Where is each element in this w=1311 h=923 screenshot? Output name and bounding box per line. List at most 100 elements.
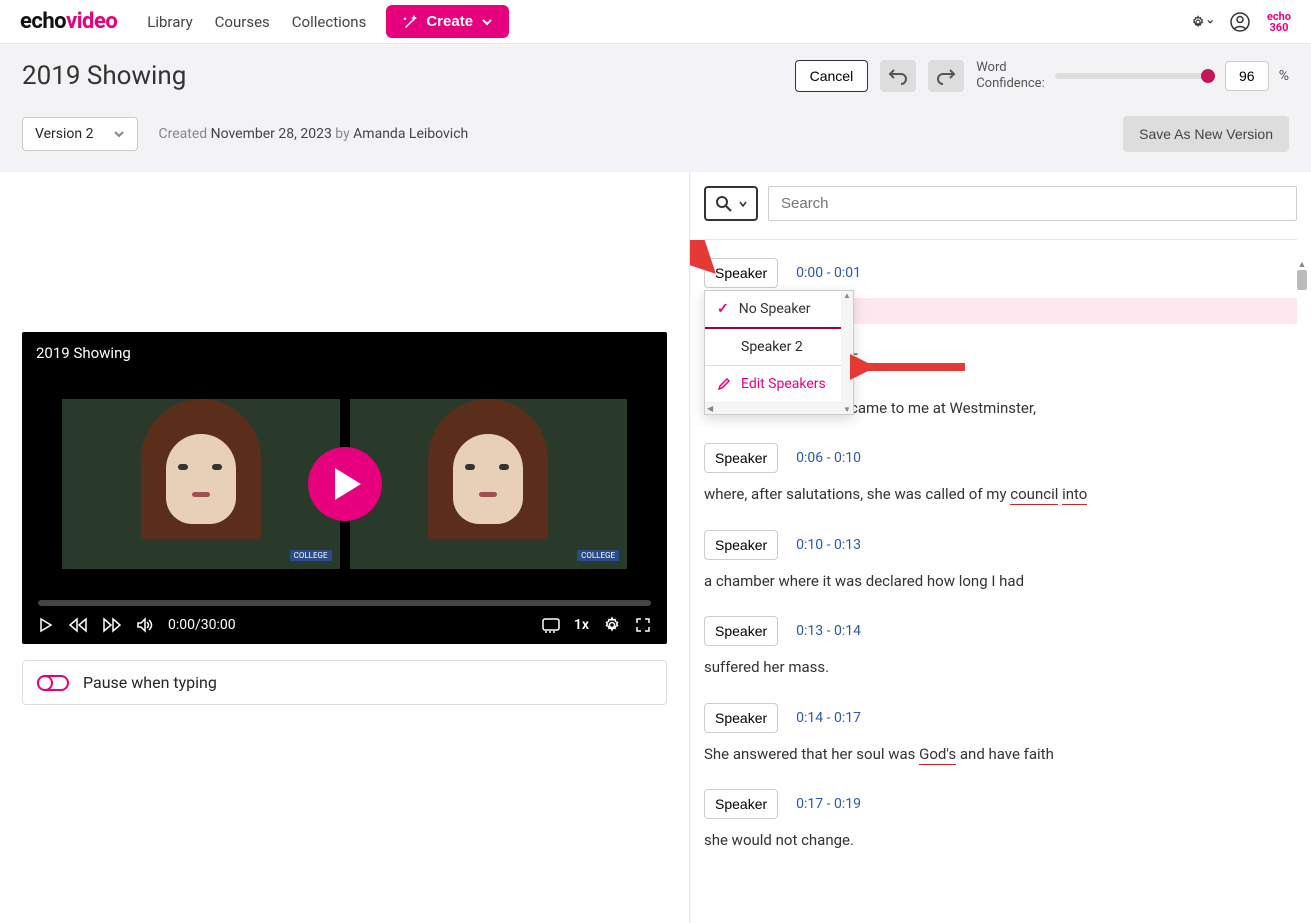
logo-echo-text: echo	[20, 9, 66, 34]
nav-link-collections[interactable]: Collections	[292, 13, 367, 31]
save-version-button[interactable]: Save As New Version	[1123, 116, 1289, 152]
segment-time: 0:06 - 0:10	[796, 450, 861, 466]
confidence-group: Word Confidence: %	[976, 60, 1289, 91]
speaker-button[interactable]: Speaker	[704, 789, 778, 819]
segment-text[interactable]: a chamber where it was declared how long…	[704, 570, 1297, 593]
scroll-up-arrow[interactable]: ▲	[1295, 258, 1309, 270]
nav-link-library[interactable]: Library	[147, 13, 192, 31]
left-pane: 2019 Showing COLLEGE COLLEGE	[0, 172, 690, 923]
forward-icon[interactable]	[102, 617, 122, 633]
pencil-icon	[717, 377, 731, 391]
segment-time: 0:14 - 0:17	[796, 710, 861, 726]
speaker-dropdown: ✓ No Speaker Speaker 2 Edit Speakers	[704, 290, 854, 415]
play-button[interactable]	[308, 447, 382, 521]
dropdown-item-speaker2[interactable]: Speaker 2	[705, 329, 853, 365]
profile-icon[interactable]	[1229, 11, 1251, 33]
check-icon: ✓	[717, 301, 729, 317]
speed-label[interactable]: 1x	[574, 617, 589, 633]
fullscreen-icon[interactable]	[635, 617, 651, 633]
captions-icon[interactable]	[542, 617, 560, 633]
chevron-down-icon	[113, 128, 125, 140]
nav-icons: echo360	[1191, 11, 1291, 33]
speaker-button[interactable]: Speaker	[704, 703, 778, 733]
redo-button[interactable]	[928, 60, 964, 92]
nav-links: Library Courses Collections	[147, 13, 366, 31]
chevron-down-icon	[738, 199, 748, 209]
transcript-list: ▲ ▼ Speaker 0:00 - 0:01	[690, 240, 1311, 921]
right-pane: ▲ ▼ Speaker 0:00 - 0:01	[690, 172, 1311, 923]
scroll-thumb[interactable]	[1297, 270, 1307, 290]
rewind-icon[interactable]	[68, 617, 88, 633]
subheader: 2019 Showing Cancel Word Confidence: %	[0, 44, 1311, 172]
transcript-segment: Speaker 0:00 - 0:01 ✓ No Speaker S	[704, 258, 1297, 324]
player-title: 2019 Showing	[22, 332, 667, 374]
create-button[interactable]: Create	[386, 5, 509, 38]
transcript-segment: Speaker 0:17 - 0:19 she would not change…	[704, 789, 1297, 852]
created-text: Created November 28, 2023 by Amanda Leib…	[158, 126, 468, 142]
create-label: Create	[426, 13, 473, 30]
college-tag: COLLEGE	[290, 550, 332, 561]
transcript-segment: Speaker 0:10 - 0:13 a chamber where it w…	[704, 530, 1297, 593]
main-split: 2019 Showing COLLEGE COLLEGE	[0, 172, 1311, 923]
dropdown-vscroll[interactable]: ▲▼	[841, 291, 853, 414]
segment-text[interactable]: She answered that her soul was God's and…	[704, 743, 1297, 766]
video-player: 2019 Showing COLLEGE COLLEGE	[22, 332, 667, 644]
time-display: 0:00/30:00	[168, 617, 236, 633]
logo-video-text: video	[66, 9, 117, 34]
confidence-label: Word Confidence:	[976, 60, 1045, 91]
video-thumb-left: COLLEGE	[62, 399, 340, 569]
confidence-slider-thumb[interactable]	[1201, 69, 1215, 83]
video-area: COLLEGE COLLEGE	[22, 374, 667, 594]
speaker-button[interactable]: Speaker	[704, 616, 778, 646]
transcript-segment: Speaker 0:06 - 0:10 where, after salutat…	[704, 443, 1297, 506]
undo-button[interactable]	[880, 60, 916, 92]
transcript-scrollbar[interactable]: ▲ ▼	[1295, 258, 1309, 810]
segment-time: 0:00 - 0:01	[796, 265, 861, 281]
pause-toggle[interactable]	[37, 675, 69, 691]
segment-text[interactable]: she would not change.	[704, 829, 1297, 852]
segment-text[interactable]: where, after salutations, she was called…	[704, 483, 1297, 506]
search-input[interactable]	[768, 186, 1297, 221]
volume-icon[interactable]	[136, 617, 154, 633]
search-mode-button[interactable]	[704, 186, 758, 221]
undo-icon	[888, 66, 908, 86]
segment-text[interactable]: suffered her mass.	[704, 656, 1297, 679]
dropdown-item-no-speaker[interactable]: ✓ No Speaker	[705, 291, 853, 327]
pause-toggle-label: Pause when typing	[83, 673, 217, 692]
version-label: Version 2	[35, 126, 93, 142]
version-select[interactable]: Version 2	[22, 117, 138, 151]
echo360-logo[interactable]: echo360	[1267, 11, 1291, 33]
gear-icon[interactable]	[603, 616, 621, 634]
speaker-button[interactable]: Speaker	[704, 258, 778, 288]
segment-time: 0:10 - 0:13	[796, 537, 861, 553]
play-icon	[335, 468, 361, 500]
speaker-button[interactable]: Speaker	[704, 530, 778, 560]
logo[interactable]: echovideo	[20, 9, 117, 34]
dropdown-item-edit-speakers[interactable]: Edit Speakers	[705, 366, 853, 402]
transcript-segment: Speaker 0:14 - 0:17 She answered that he…	[704, 703, 1297, 766]
confidence-slider[interactable]	[1055, 73, 1215, 79]
player-controls: 0:00/30:00 1x	[22, 606, 667, 644]
transcript-segment: Speaker 0:13 - 0:14 suffered her mass.	[704, 616, 1297, 679]
college-tag: COLLEGE	[577, 550, 619, 561]
speaker-button[interactable]: Speaker	[704, 443, 778, 473]
cancel-button[interactable]: Cancel	[795, 60, 869, 92]
pause-toggle-row: Pause when typing	[22, 660, 667, 705]
nav-link-courses[interactable]: Courses	[215, 13, 270, 31]
search-row	[690, 172, 1311, 235]
chevron-down-icon	[481, 16, 493, 28]
dropdown-hscroll[interactable]: ◀▶	[705, 402, 853, 414]
play-icon[interactable]	[38, 617, 54, 633]
video-thumb-right: COLLEGE	[350, 399, 628, 569]
segment-text[interactable]: 5	[850, 348, 1297, 371]
subheader-actions: Cancel Word Confidence: %	[795, 60, 1289, 92]
page-title: 2019 Showing	[22, 61, 186, 91]
wand-icon	[402, 14, 418, 30]
settings-icon[interactable]	[1191, 11, 1213, 33]
segment-text[interactable]: came to me at Westminster,	[850, 397, 1297, 420]
toggle-knob	[37, 675, 53, 691]
top-nav: echovideo Library Courses Collections Cr…	[0, 0, 1311, 44]
segment-time: 0:17 - 0:19	[796, 796, 861, 812]
confidence-value[interactable]	[1225, 61, 1269, 91]
confidence-percent: %	[1279, 68, 1289, 84]
